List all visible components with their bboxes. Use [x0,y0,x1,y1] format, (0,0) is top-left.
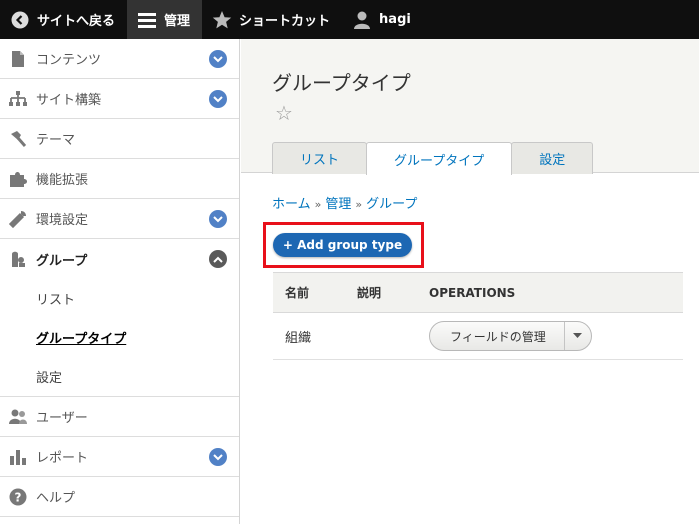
group-menu-section: グループ リスト グループタイプ 設定 [0,239,239,397]
sidebar-item-config[interactable]: 環境設定 [0,199,239,239]
page-header: グループタイプ ☆ リスト グループタイプ 設定 [241,39,699,175]
users-icon [8,407,28,427]
manage-label: 管理 [164,14,191,29]
sidebar-item-label: 機能拡張 [36,173,89,188]
shortcut-label: ショートカット [239,14,331,29]
wrench-icon [8,209,28,229]
sidebar-item-label: コンテンツ [36,53,102,68]
sidebar-item-structure[interactable]: サイト構築 [0,79,239,119]
sidebar-item-label: テーマ [36,133,76,148]
group-icon [8,249,28,269]
sidebar-item-content[interactable]: コンテンツ [0,39,239,79]
sidebar-item-extend[interactable]: 機能拡張 [0,159,239,199]
brush-icon [8,129,28,149]
breadcrumb-link-admin[interactable]: 管理 [325,197,351,212]
sitemap-icon [8,89,28,109]
shortcut-star-icon[interactable]: ☆ [275,101,293,125]
sidebar-item-label: ヘルプ [36,491,76,506]
sidebar-subitem-settings[interactable]: 設定 [0,357,239,396]
chevron-down-icon[interactable] [209,448,227,466]
sidebar-item-label: ユーザー [36,411,88,426]
chevron-down-icon[interactable] [209,210,227,228]
sidebar-item-label: レポート [36,451,89,466]
manage-tab[interactable]: 管理 [127,0,203,39]
chevron-down-icon[interactable] [209,90,227,108]
user-label: hagi [379,12,411,27]
star-icon [212,10,232,30]
caret-down-icon [573,333,583,338]
chevron-left-circle-icon [10,10,30,30]
tab-group-types[interactable]: グループタイプ [366,142,513,175]
sidebar-item-reports[interactable]: レポート [0,437,239,477]
dropbutton-toggle[interactable] [565,322,591,350]
group-types-table: 名前 説明 OPERATIONS 組織 フィールドの管理 [273,272,683,360]
bar-chart-icon [8,447,28,467]
column-header-description: 説明 [357,286,382,300]
manage-fields-button[interactable]: フィールドの管理 [430,322,565,350]
column-header-name: 名前 [285,286,310,300]
column-header-operations: OPERATIONS [429,285,516,300]
file-icon [8,49,28,69]
admin-toolbar: サイトへ戻る 管理 ショートカット hagi [0,0,699,39]
breadcrumb-link-group[interactable]: グループ [366,197,417,212]
user-tab[interactable]: hagi [342,0,423,39]
sidebar-item-users[interactable]: ユーザー [0,397,239,437]
help-icon: ? [8,487,28,507]
add-group-type-button[interactable]: + Add group type [273,233,412,257]
sidebar-subitem-group-types[interactable]: グループタイプ [0,318,239,357]
puzzle-icon [8,169,28,189]
chevron-down-icon[interactable] [209,50,227,68]
page-title: グループタイプ [272,71,411,95]
breadcrumb-separator: » [355,198,363,211]
tab-settings[interactable]: 設定 [511,142,594,174]
table-row: 組織 フィールドの管理 [273,313,683,360]
sidebar-item-help[interactable]: ? ヘルプ [0,477,239,517]
table-header: 名前 説明 OPERATIONS [273,272,683,313]
sidebar-item-label: グループ [36,253,88,269]
sidebar-item-group[interactable]: グループ [0,239,239,279]
cell-operations: フィールドの管理 [417,321,683,351]
chevron-up-icon[interactable] [209,250,227,268]
admin-sidebar: コンテンツ サイト構築 テーマ 機能拡張 環境設定 グループ リスト グループタ… [0,39,240,524]
local-tabs: リスト グループタイプ 設定 [272,142,594,175]
sidebar-item-theme[interactable]: テーマ [0,119,239,159]
operations-dropbutton: フィールドの管理 [429,321,592,351]
breadcrumb-link-home[interactable]: ホーム [272,197,311,212]
breadcrumb: ホーム» 管理» グループ [272,193,417,212]
shortcut-tab[interactable]: ショートカット [202,0,342,39]
sidebar-item-label: サイト構築 [36,93,102,108]
svg-text:?: ? [15,490,22,504]
cell-name: 組織 [285,330,312,346]
user-icon [352,10,372,30]
back-to-site-label: サイトへ戻る [37,14,116,29]
sidebar-item-label: 環境設定 [36,213,89,228]
back-to-site-link[interactable]: サイトへ戻る [0,0,127,39]
sidebar-subitem-list[interactable]: リスト [0,279,239,318]
tab-list[interactable]: リスト [272,142,368,174]
menu-icon [137,10,157,30]
main-content: グループタイプ ☆ リスト グループタイプ 設定 ホーム» 管理» グループ + A… [241,39,699,524]
breadcrumb-separator: » [314,198,322,211]
